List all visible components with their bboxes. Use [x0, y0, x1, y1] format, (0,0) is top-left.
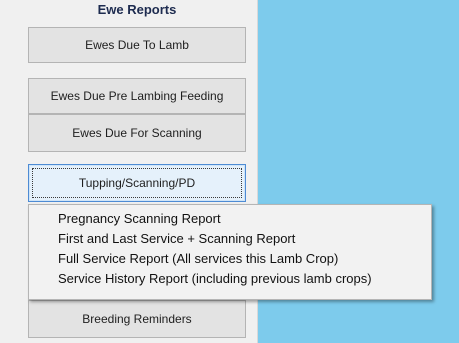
breeding-reminders-label: Breeding Reminders [82, 312, 192, 326]
ewes-due-for-scanning-label: Ewes Due For Scanning [72, 126, 202, 140]
menu-item-full-service-report[interactable]: Full Service Report (All services this L… [29, 249, 431, 269]
menu-item-first-last-service-scanning-report[interactable]: First and Last Service + Scanning Report [29, 229, 431, 249]
ewe-reports-group-title: Ewe Reports [97, 2, 177, 17]
focus-ring [32, 168, 242, 198]
ewes-due-to-lamb-label: Ewes Due To Lamb [85, 38, 189, 52]
breeding-reminders-button[interactable]: Breeding Reminders [28, 300, 246, 338]
tupping-report-dropdown-menu: Pregnancy Scanning Report First and Last… [28, 204, 432, 300]
ewes-due-for-scanning-button[interactable]: Ewes Due For Scanning [28, 114, 246, 152]
menu-item-pregnancy-scanning-report[interactable]: Pregnancy Scanning Report [29, 209, 431, 229]
ewes-due-to-lamb-button[interactable]: Ewes Due To Lamb [28, 27, 246, 63]
menu-item-service-history-report[interactable]: Service History Report (including previo… [29, 269, 431, 289]
ewes-due-pre-lambing-feeding-button[interactable]: Ewes Due Pre Lambing Feeding [28, 78, 246, 114]
ewes-due-pre-lambing-feeding-label: Ewes Due Pre Lambing Feeding [50, 89, 224, 103]
tupping-scanning-pd-button[interactable]: Tupping/Scanning/PD [28, 164, 246, 202]
